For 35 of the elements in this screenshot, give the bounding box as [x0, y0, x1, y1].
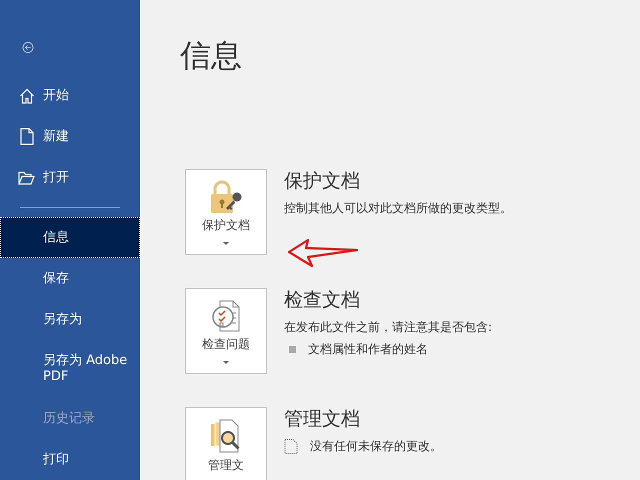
page-title: 信息: [180, 37, 243, 76]
sidebar-item[interactable]: 开始: [0, 75, 140, 116]
section-title: 保护文档: [284, 169, 361, 193]
sidebar-item[interactable]: 另存为: [0, 299, 140, 340]
status-text: 没有任何未保存的更改。: [310, 438, 442, 454]
section-description: 控制其他人可以对此文档所做的更改类型。: [284, 200, 512, 216]
section-title: 检查文档: [284, 288, 361, 312]
sidebar-item-label: 新建: [43, 128, 69, 144]
section-button[interactable]: 检查问题: [185, 288, 267, 374]
bullet-icon: [289, 346, 296, 352]
document-icon: [20, 128, 34, 145]
button-label: 保护文档: [202, 217, 250, 234]
button-label: 管理文: [208, 457, 244, 474]
annotation-arrow: [287, 238, 359, 268]
sidebar-item[interactable]: 保存: [0, 258, 140, 299]
lock-key-icon: [208, 180, 244, 214]
document-dotted-icon: [284, 438, 298, 454]
sidebar-item[interactable]: 新建: [0, 116, 140, 157]
home-icon: [18, 88, 34, 104]
sidebar-item[interactable]: 信息: [0, 217, 140, 258]
bullet-text: 文档属性和作者的姓名: [308, 341, 428, 357]
caret-icon: [223, 361, 229, 364]
section-button[interactable]: 管理文: [185, 407, 267, 480]
sidebar-item-label: 开始: [43, 88, 69, 104]
checklist-document-icon: [210, 299, 242, 333]
folder-icon: [18, 170, 35, 184]
section-title: 管理文档: [284, 407, 361, 431]
sidebar-item[interactable]: 打印: [0, 439, 140, 480]
sidebar-item-label: 打开: [43, 170, 69, 186]
button-label: 检查问题: [202, 336, 250, 353]
sidebar-item[interactable]: 另存为 Adobe PDF: [0, 340, 140, 398]
section-description: 在发布此文件之前，请注意其是否包含:: [284, 319, 492, 335]
caret-icon: [223, 242, 229, 245]
sidebar-item[interactable]: 打开: [0, 157, 140, 198]
section-button[interactable]: 保护文档: [185, 169, 267, 255]
